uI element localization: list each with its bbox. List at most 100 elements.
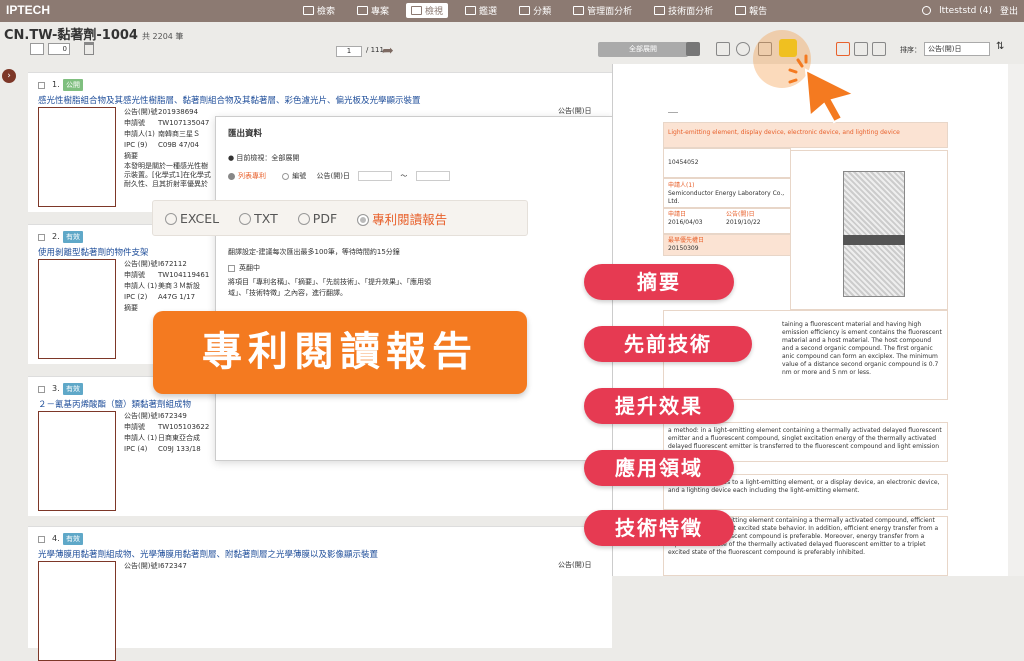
result-title[interactable]: 光學薄膜用黏著劑組成物、光學薄膜用黏著劑層、附黏著劑層之光學薄膜以及影像顯示裝置 bbox=[38, 548, 378, 560]
doc-pubno: 10454052 bbox=[663, 148, 791, 178]
sort-select[interactable]: 公告(開)日 bbox=[924, 42, 990, 56]
result-meta: 公告(開)號201938694 申請號 TW107135047 申請人(1) 南韓商… bbox=[124, 107, 214, 189]
doc-priority: 最早優先權日 20150309 bbox=[663, 234, 791, 256]
search-icon bbox=[303, 6, 314, 15]
sort-label: 排序： bbox=[900, 46, 921, 54]
doc-dates: 申請日 公告(開)日 2016/04/03 2019/10/22 bbox=[663, 208, 791, 234]
patent-thumbnail[interactable] bbox=[38, 561, 116, 661]
export-dialog: 匯出資料 ● 目前檢視：全部展開 列表專利 編號 公告(開)日 ～ 翻譯設定-建… bbox=[215, 116, 613, 461]
result-count: 共 2204 筆 bbox=[141, 32, 184, 41]
view-select[interactable]: 全部展開 bbox=[598, 42, 688, 57]
page-input[interactable]: 1 bbox=[336, 46, 362, 57]
export-range-options: 列表專利 編號 公告(開)日 ～ bbox=[228, 171, 450, 181]
sort-order-icon[interactable]: ⇅ bbox=[996, 41, 1004, 52]
select-all-checkbox[interactable] bbox=[30, 43, 44, 55]
format-excel[interactable]: EXCEL bbox=[165, 211, 219, 226]
pill-prior-art: 先前技術 bbox=[584, 326, 752, 362]
format-pdf[interactable]: PDF bbox=[297, 211, 337, 226]
check-icon bbox=[465, 6, 477, 15]
translate-option[interactable]: 英翻中 bbox=[228, 263, 260, 273]
doc-title: Light-emitting element, display device, … bbox=[663, 122, 948, 148]
chart-icon bbox=[654, 6, 666, 15]
export-scope: ● 目前檢視：全部展開 bbox=[228, 154, 300, 162]
status-badge: 公開 bbox=[63, 79, 83, 91]
radio-list-patent[interactable] bbox=[228, 172, 235, 180]
patent-figure bbox=[790, 150, 948, 310]
results-header: CN.TW-黏著劑-1004 共 2204 筆 0 1 / 111 ➦ 全部展開 … bbox=[0, 22, 1024, 62]
pill-abstract: 摘要 bbox=[584, 264, 734, 300]
nav-screen[interactable]: 鑑選 bbox=[460, 3, 502, 18]
date-label: 公告(開)日 bbox=[316, 172, 350, 180]
radio-icon bbox=[297, 213, 310, 225]
chart-icon bbox=[573, 6, 585, 15]
trash-icon[interactable] bbox=[84, 42, 94, 55]
nav-tech-analysis[interactable]: 技術面分析 bbox=[649, 3, 718, 18]
selected-count: 0 bbox=[48, 43, 70, 55]
pill-effect: 提升效果 bbox=[584, 388, 734, 424]
patent-thumbnail[interactable] bbox=[38, 411, 116, 511]
sidebar-toggle-icon[interactable]: › bbox=[2, 69, 16, 83]
status-badge: 有效 bbox=[63, 231, 83, 243]
result-checkbox[interactable] bbox=[38, 234, 45, 241]
result-title[interactable]: 感光性樹脂組合物及其感光性樹脂層、黏著劑組合物及其黏著層、彩色濾光片、偏光板及光… bbox=[38, 94, 421, 106]
date-from-input[interactable] bbox=[358, 171, 393, 181]
export-title: 匯出資料 bbox=[228, 129, 263, 139]
result-abstract: 本發明是關於一種感光性樹 示裝置。[化學式1]在化學式 耐久性、且其折射率優異於 bbox=[124, 162, 211, 188]
radio-icon bbox=[165, 213, 177, 225]
nav-search[interactable]: 檢索 bbox=[298, 3, 340, 18]
doc-applicant: 申請人(1) Semiconductor Energy Laboratory Co… bbox=[663, 178, 791, 208]
nav-report[interactable]: 報告 bbox=[730, 3, 772, 18]
result-date-label: 公告(開)日 bbox=[558, 561, 592, 569]
logout-link[interactable]: 登出 bbox=[1000, 4, 1018, 17]
translate-desc: 將項目「專利名稱」、「摘要」、「先前技術」、「提升效果」、「應用領域」、「技術特… bbox=[228, 278, 431, 297]
tree-icon bbox=[519, 6, 531, 15]
nav-project[interactable]: 專案 bbox=[352, 3, 394, 18]
patent-thumbnail[interactable] bbox=[38, 259, 116, 359]
user-area: ltteststd (4) 登出 bbox=[922, 4, 1018, 17]
format-patent-report[interactable]: 專利閱讀報告 bbox=[357, 209, 447, 228]
top-nav-bar: IPTECH 檢索 專案 檢視 鑑選 分類 管理面分析 技術面分析 報告 ltt… bbox=[0, 0, 1024, 22]
radio-icon bbox=[357, 214, 370, 226]
scrollbar[interactable] bbox=[1008, 64, 1024, 576]
date-to-input[interactable] bbox=[415, 171, 450, 181]
layout-grid-icon[interactable] bbox=[872, 42, 886, 56]
report-icon bbox=[735, 6, 747, 15]
result-checkbox[interactable] bbox=[38, 82, 45, 89]
result-meta: 公告(開)號I672112 申請號 TW104119461 申請人 (1)美商３Ｍ… bbox=[124, 260, 210, 312]
nav-view[interactable]: 檢視 bbox=[406, 3, 449, 18]
export-format-options: EXCEL TXT PDF 專利閱讀報告 bbox=[152, 200, 528, 236]
layer-diagram bbox=[843, 171, 905, 297]
status-badge: 有效 bbox=[63, 533, 83, 545]
main-nav: 檢索 專案 檢視 鑑選 分類 管理面分析 技術面分析 報告 bbox=[298, 3, 772, 18]
result-card[interactable]: 4. 有效 光學薄膜用黏著劑組成物、光學薄膜用黏著劑層、附黏著劑層之光學薄膜以及… bbox=[28, 526, 612, 661]
folder-icon bbox=[357, 6, 369, 15]
radio-number[interactable] bbox=[282, 172, 290, 180]
result-title[interactable]: ２－氰基丙烯酸酯（鹽）類黏著劑組成物 bbox=[38, 398, 191, 410]
translate-note: 翻譯設定-建議每次匯出最多100筆，等待時間約15分鐘 bbox=[228, 248, 400, 256]
view-dropdown-icon[interactable] bbox=[686, 42, 700, 56]
pill-application: 應用領域 bbox=[584, 450, 734, 486]
user-name: ltteststd (4) bbox=[939, 5, 992, 16]
list-icon bbox=[411, 6, 423, 15]
app-logo: IPTECH bbox=[6, 3, 51, 17]
result-title[interactable]: 使用剝離型黏著劑的物件支架 bbox=[38, 246, 149, 258]
globe-icon[interactable] bbox=[716, 42, 730, 56]
format-txt[interactable]: TXT bbox=[239, 211, 278, 226]
patent-thumbnail[interactable] bbox=[38, 107, 116, 207]
result-checkbox[interactable] bbox=[38, 536, 45, 543]
world-icon[interactable] bbox=[736, 42, 750, 56]
result-meta: 公告(開)號I672349 申請號 TW105103622 申請人 (1)日商東亞… bbox=[124, 412, 210, 453]
radio-icon bbox=[239, 213, 252, 225]
result-date-label: 公告(開)日 bbox=[558, 107, 592, 115]
next-page-icon[interactable]: ➦ bbox=[382, 43, 394, 59]
result-checkbox[interactable] bbox=[38, 386, 45, 393]
result-meta: 公告(開)號I672347 bbox=[124, 562, 187, 570]
gear-icon[interactable] bbox=[922, 6, 932, 15]
page-title: CN.TW-黏著劑-1004 共 2204 筆 bbox=[4, 28, 184, 43]
crop-mark bbox=[668, 112, 678, 113]
nav-classify[interactable]: 分類 bbox=[514, 3, 556, 18]
translate-checkbox[interactable] bbox=[228, 264, 235, 272]
layer-dark-band bbox=[843, 235, 905, 245]
nav-mgmt-analysis[interactable]: 管理面分析 bbox=[568, 3, 637, 18]
pill-features: 技術特徵 bbox=[584, 510, 734, 546]
